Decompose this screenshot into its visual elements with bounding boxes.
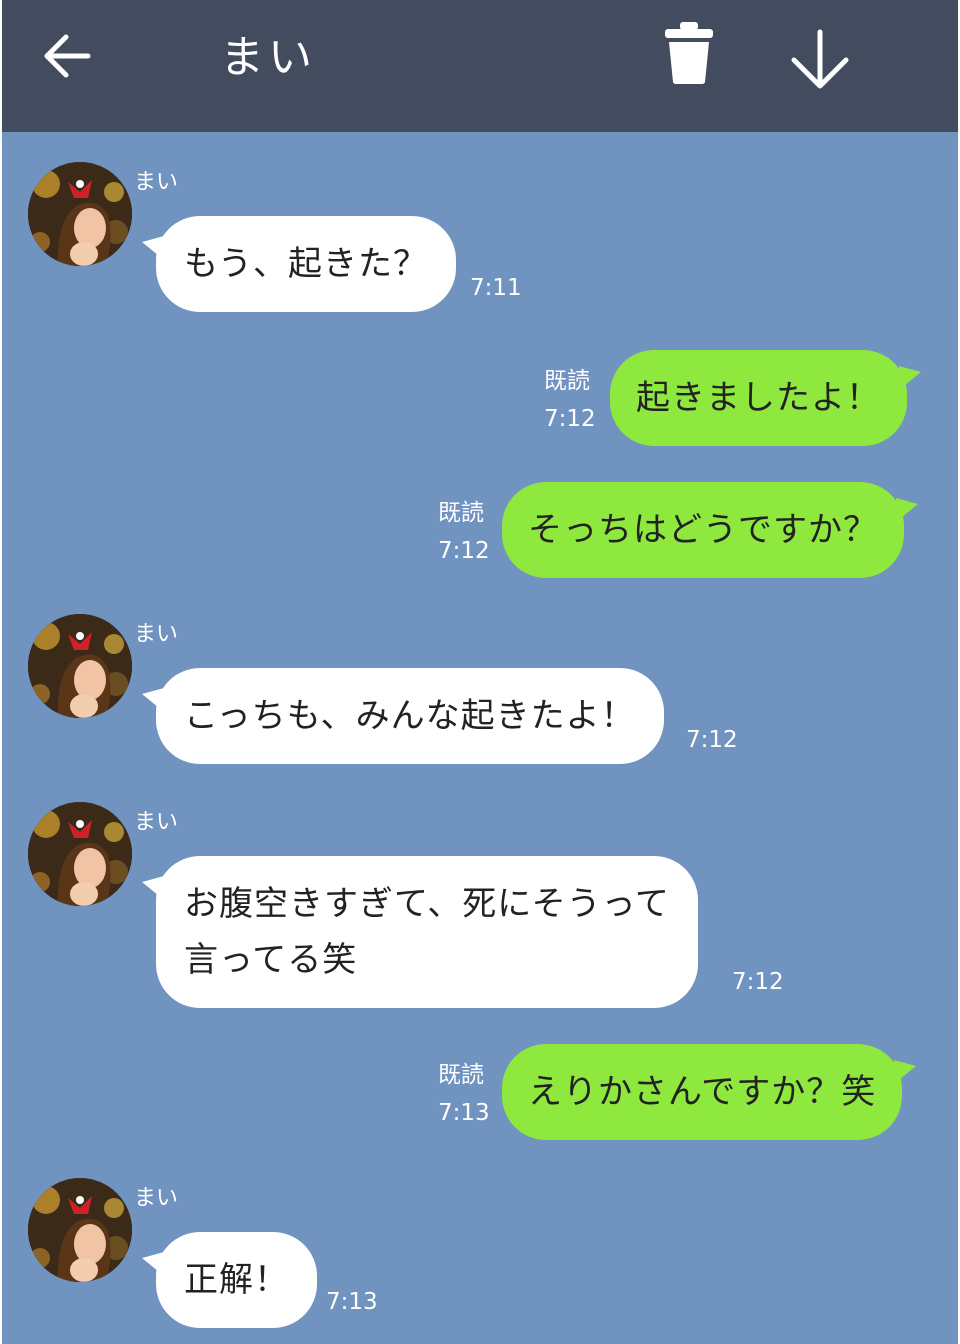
back-button[interactable] <box>40 28 96 84</box>
trash-icon <box>665 22 713 84</box>
message-bubble-incoming[interactable]: 正解！ <box>142 1232 317 1328</box>
avatar[interactable] <box>28 162 132 266</box>
bubble-tail <box>896 498 918 522</box>
message-bubble-incoming[interactable]: お腹空きすぎて、死にそうって 言ってる笑 <box>142 856 698 1008</box>
arrow-down-icon <box>791 29 849 89</box>
message-time: 7:12 <box>438 538 490 564</box>
arrow-left-icon <box>44 34 91 78</box>
message-text: もう、起きた？ <box>184 244 428 284</box>
bubble-tail <box>142 236 164 260</box>
message-time: 7:12 <box>732 969 784 995</box>
sender-name: まい <box>134 810 179 835</box>
message-text: 起きましたよ！ <box>636 378 881 418</box>
chat-title: まい <box>220 32 316 83</box>
read-status: 既読 7:12 <box>544 362 596 438</box>
message-bubble-incoming[interactable]: こっちも、みんな起きたよ！ <box>142 668 664 764</box>
chat-header: まい <box>2 0 958 132</box>
avatar[interactable] <box>28 614 132 718</box>
profile-photo <box>28 162 132 266</box>
message-text: 正解！ <box>184 1260 289 1300</box>
avatar[interactable] <box>28 802 132 906</box>
download-button[interactable] <box>786 26 854 94</box>
profile-photo <box>28 614 132 718</box>
delete-button[interactable] <box>662 20 716 86</box>
sender-name: まい <box>134 622 179 647</box>
message-bubble-outgoing[interactable]: そっちはどうですか？ <box>502 482 918 578</box>
chat-screen: まい まい もう、起きた？ 7:11 既読 7:12 起きましたよ！ 既読 7:… <box>0 0 960 1344</box>
profile-photo <box>28 1178 132 1282</box>
sender-name: まい <box>134 1186 179 1211</box>
profile-photo <box>28 802 132 906</box>
bubble-tail <box>142 1252 164 1276</box>
sender-name: まい <box>134 170 179 195</box>
message-bubble-outgoing[interactable]: 起きましたよ！ <box>610 350 921 446</box>
bubble-tail <box>894 1060 917 1084</box>
message-time: 7:12 <box>686 727 738 753</box>
message-bubble-incoming[interactable]: もう、起きた？ <box>142 216 456 312</box>
bubble-tail <box>899 366 921 390</box>
avatar[interactable] <box>28 1178 132 1282</box>
read-status: 既読 7:12 <box>438 494 490 570</box>
message-text: えりかさんですか？笑 <box>528 1072 877 1112</box>
bubble-tail <box>142 876 164 900</box>
bubble-tail <box>142 688 164 712</box>
message-text: そっちはどうですか？ <box>528 510 878 550</box>
read-status: 既読 7:13 <box>438 1056 490 1132</box>
message-text: こっちも、みんな起きたよ！ <box>184 696 636 736</box>
message-bubble-outgoing[interactable]: えりかさんですか？笑 <box>502 1044 917 1140</box>
message-text-line: 言ってる笑 <box>184 940 358 980</box>
message-time: 7:11 <box>470 275 522 301</box>
message-time: 7:12 <box>544 406 596 432</box>
message-time: 7:13 <box>438 1100 490 1126</box>
read-label: 既読 <box>544 368 590 394</box>
message-text-line: お腹空きすぎて、死にそうって <box>184 884 670 924</box>
read-label: 既読 <box>438 500 484 526</box>
message-time: 7:13 <box>326 1289 378 1315</box>
read-label: 既読 <box>438 1062 484 1088</box>
